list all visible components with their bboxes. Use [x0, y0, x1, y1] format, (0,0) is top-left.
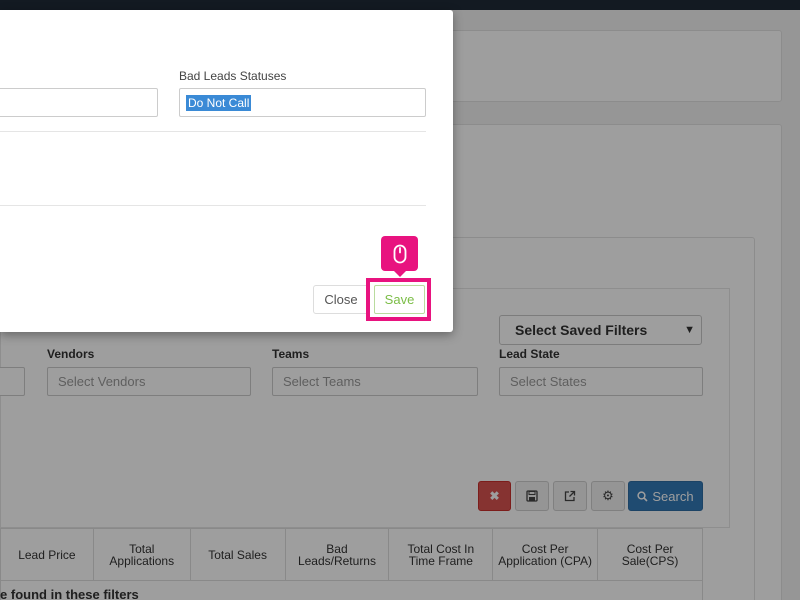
bad-leads-statuses-input[interactable]: Do Not Call — [179, 88, 426, 117]
click-indicator — [381, 236, 418, 277]
status-tag[interactable]: Do Not Call — [186, 95, 252, 111]
modal-divider — [0, 131, 426, 132]
modal-footer-divider — [0, 205, 426, 206]
mouse-icon — [393, 244, 406, 263]
close-button[interactable]: Close — [313, 285, 369, 314]
save-button[interactable]: Save — [374, 285, 425, 314]
modal-left-input[interactable] — [0, 88, 158, 117]
bad-leads-statuses-label: Bad Leads Statuses — [179, 69, 287, 83]
